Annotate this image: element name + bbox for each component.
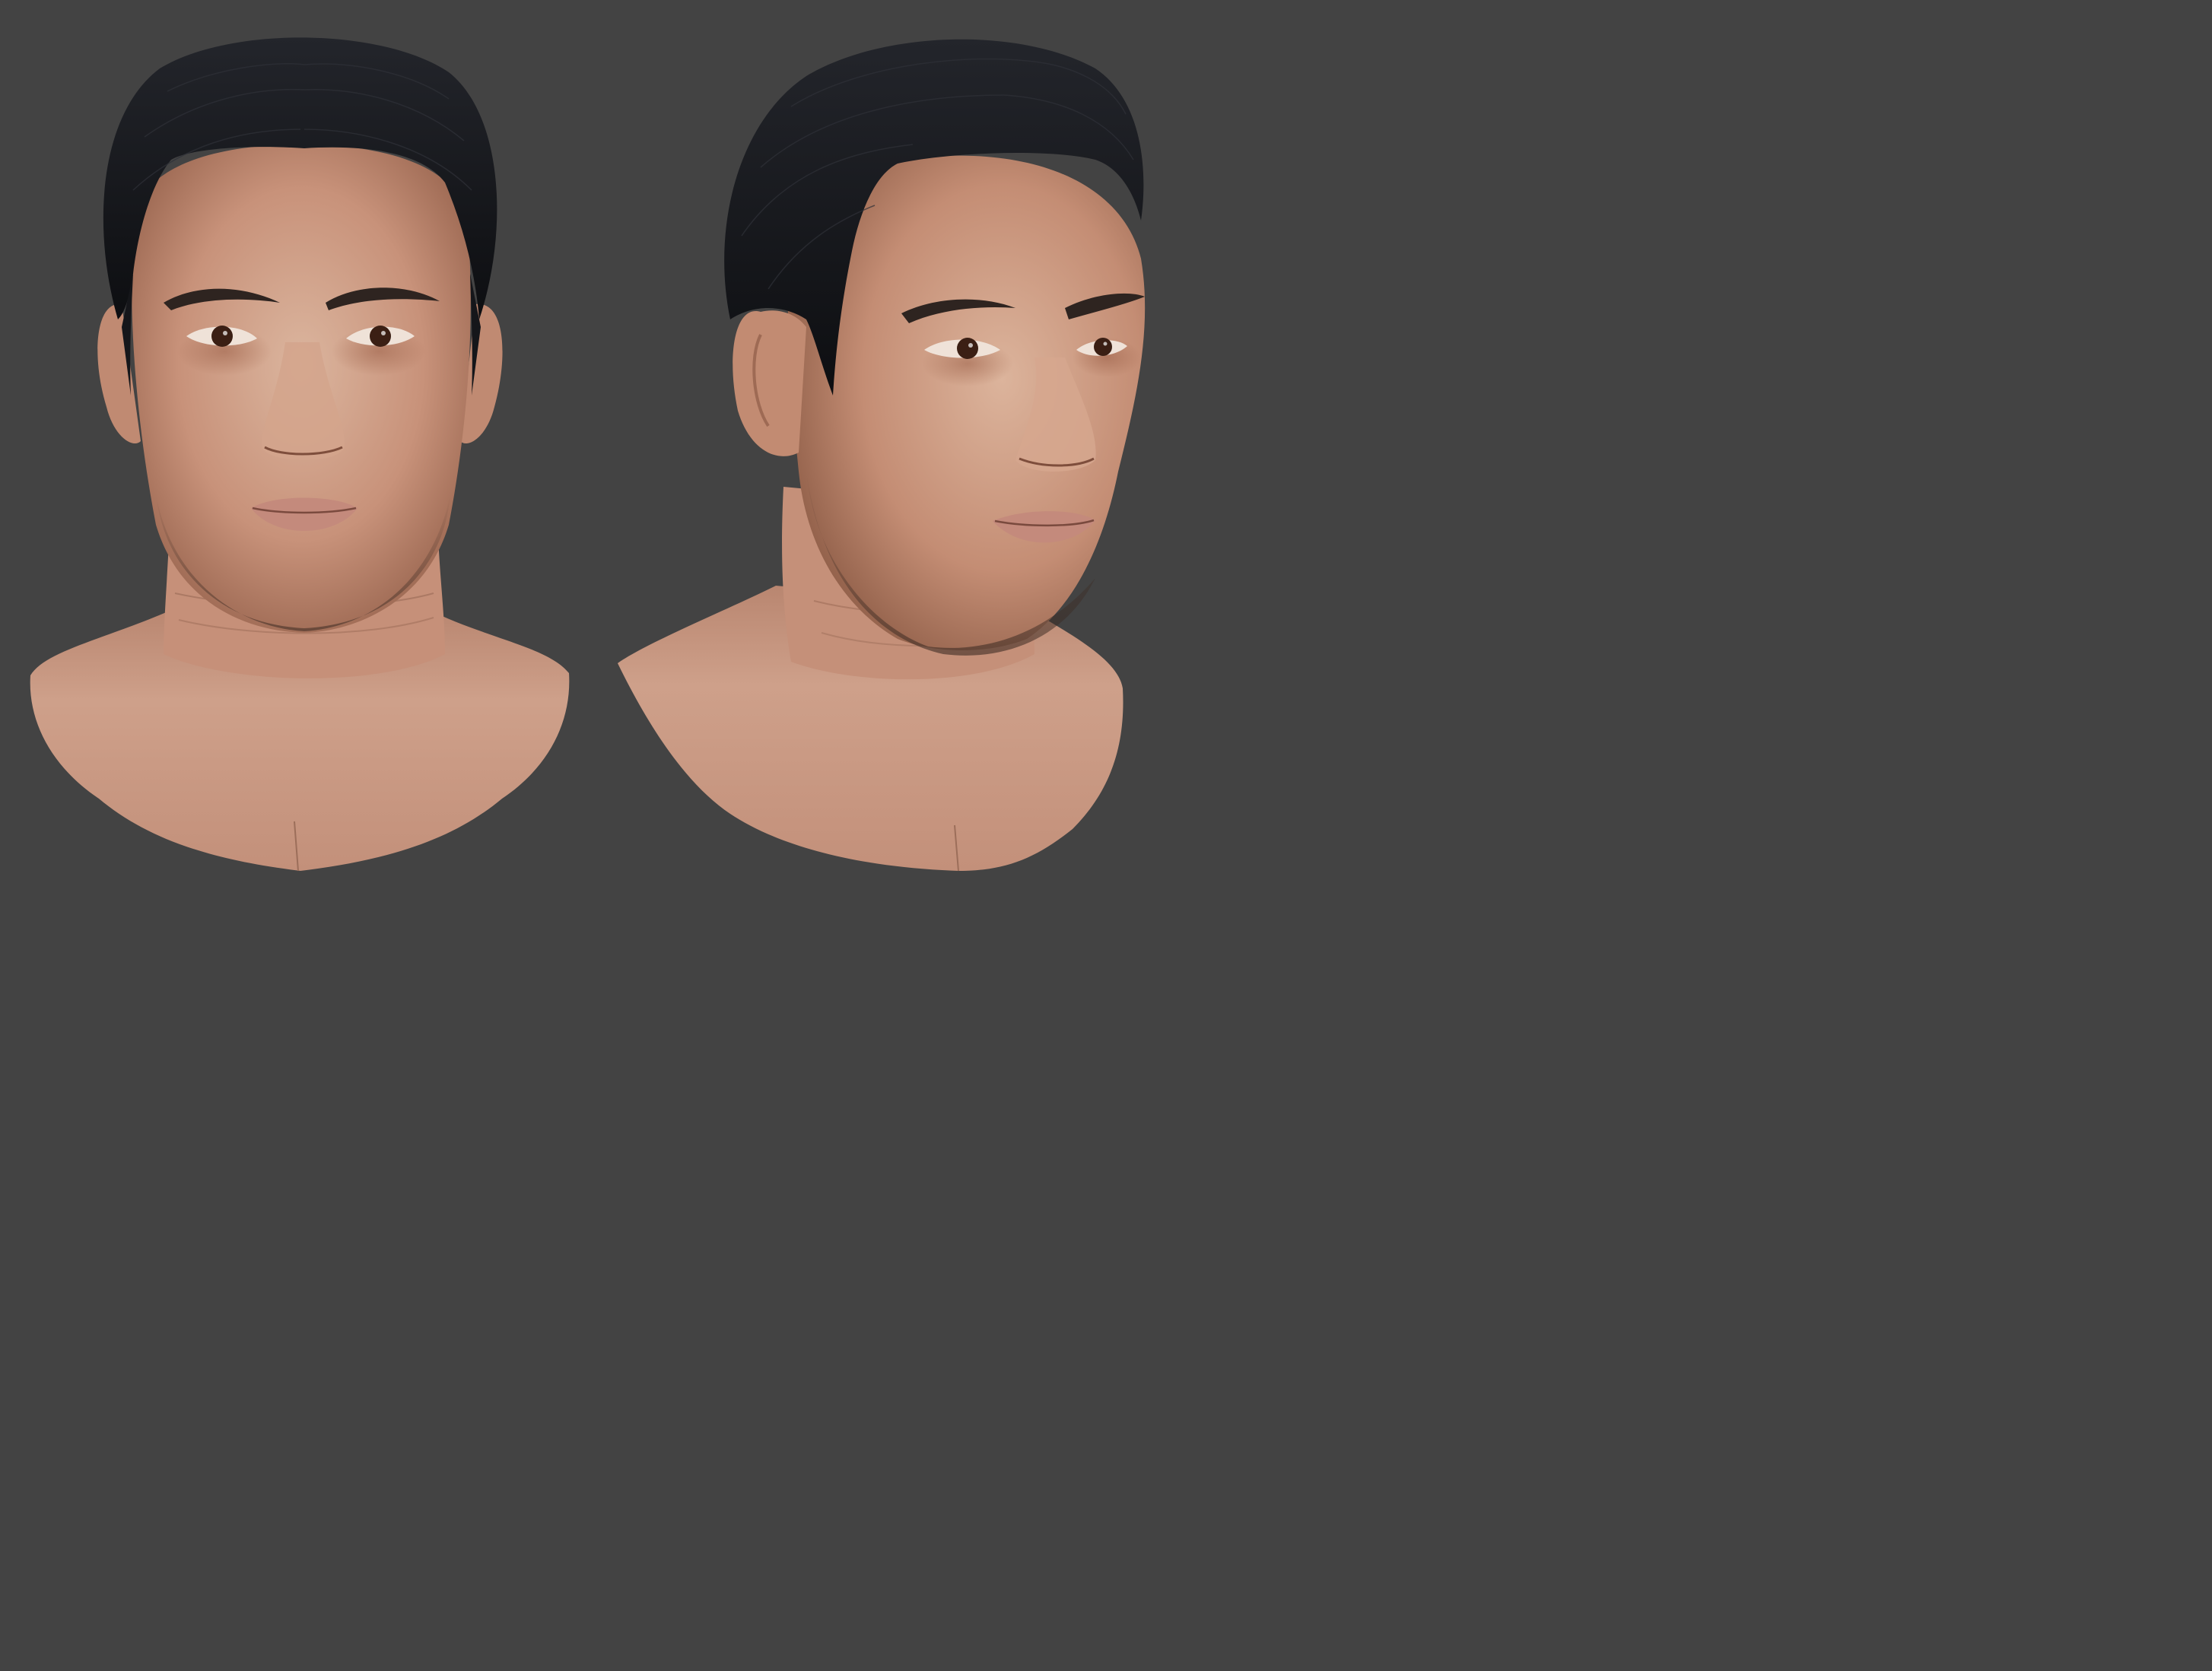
side-ear <box>733 310 806 456</box>
three-quarter-view-bust <box>618 39 1146 872</box>
bust-renders <box>30 37 1146 872</box>
render-viewport <box>0 0 1193 901</box>
front-view-bust <box>30 37 570 872</box>
